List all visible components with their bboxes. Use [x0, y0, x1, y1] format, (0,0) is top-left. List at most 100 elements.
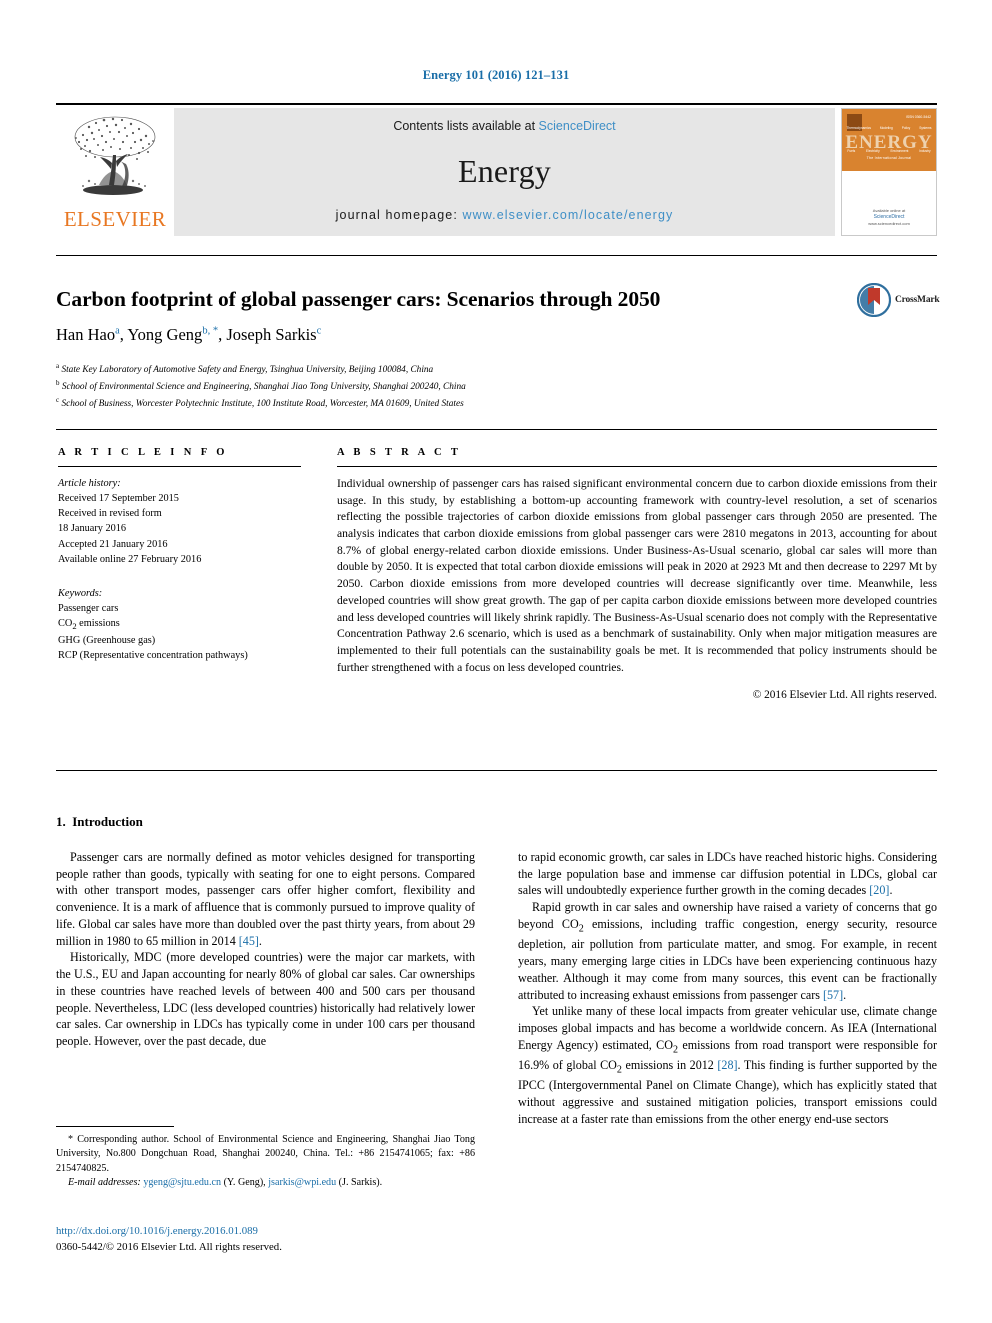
citation-ref[interactable]: [57]	[823, 988, 843, 1002]
elsevier-logo: ELSEVIER	[56, 108, 174, 236]
doi-block: http://dx.doi.org/10.1016/j.energy.2016.…	[56, 1223, 556, 1255]
abstract-text: Individual ownership of passenger cars h…	[337, 477, 937, 674]
email-line: E-mail addresses: ygeng@sjtu.edu.cn (Y. …	[56, 1176, 475, 1190]
author-affil-mark[interactable]: b, *	[202, 326, 218, 337]
affiliation-mark: a	[56, 362, 60, 370]
keywords-label: Keywords:	[58, 587, 103, 599]
cover-label: Fuels	[847, 149, 856, 153]
citation-ref[interactable]: [28]	[717, 1058, 737, 1072]
journal-title: Energy	[457, 152, 552, 189]
affiliation-mark: b	[56, 378, 60, 387]
doi-link[interactable]: http://dx.doi.org/10.1016/j.energy.2016.…	[56, 1223, 556, 1239]
history-item: Received in revised form	[58, 508, 162, 520]
journal-homepage-link[interactable]: www.elsevier.com/locate/energy	[462, 208, 673, 222]
author-name: Yong Geng	[127, 325, 203, 344]
cover-label: Environment	[890, 149, 909, 153]
body-column-left: Passenger cars are normally defined as m…	[56, 849, 475, 1050]
crossmark-label: CrossMark	[895, 295, 940, 305]
elsevier-wordmark: ELSEVIER	[63, 207, 167, 231]
body-column-right: to rapid economic growth, car sales in L…	[518, 849, 937, 1128]
corresponding-author-note: * Corresponding author. School of Enviro…	[56, 1134, 475, 1174]
section-title: Introduction	[72, 814, 143, 829]
email-owner-geng: (Y. Geng),	[223, 1176, 266, 1188]
author-list: Han Haoa, Yong Gengb, *, Joseph Sarkisc	[56, 324, 846, 345]
cover-footer: Available online at ScienceDirect www.sc…	[842, 208, 936, 228]
paragraph: to rapid economic growth, car sales in L…	[518, 850, 937, 898]
cover-label: Electricity	[866, 149, 880, 153]
cover-label: Modeling	[879, 126, 893, 130]
history-item: Available online 27 February 2016	[58, 553, 202, 565]
affiliation-list: a State Key Laboratory of Automotive Saf…	[56, 361, 856, 411]
journal-masthead: ELSEVIER Contents lists available at Sci…	[56, 103, 937, 236]
affiliation-item: b School of Environmental Science and En…	[56, 378, 856, 395]
crossmark-badge[interactable]: CrossMark	[857, 281, 943, 319]
author-name: Joseph Sarkis	[226, 325, 317, 344]
footnote-divider	[56, 1126, 174, 1127]
contents-available-line: Contents lists available at ScienceDirec…	[393, 119, 615, 133]
affiliation-text: School of Environmental Science and Engi…	[61, 381, 466, 392]
paragraph: Historically, MDC (more developed countr…	[56, 950, 475, 1049]
running-head: Energy 101 (2016) 121–131	[422, 68, 570, 82]
keyword-item: CO2 emissions	[58, 618, 120, 632]
keyword-item: RCP (Representative concentration pathwa…	[58, 649, 248, 661]
journal-band: Contents lists available at ScienceDirec…	[174, 108, 835, 236]
author-entry: Joseph Sarkisc	[226, 325, 321, 344]
cover-issue-label: ISSN 0360-5442	[905, 115, 931, 119]
affiliation-text: State Key Laboratory of Automotive Safet…	[61, 365, 434, 376]
paragraph: Rapid growth in car sales and ownership …	[518, 900, 937, 1002]
section-number: 1.	[56, 814, 66, 829]
crossmark-icon	[857, 283, 891, 317]
infoblock-top-rule	[56, 429, 937, 430]
homepage-prefix: journal homepage:	[335, 208, 463, 222]
article-info-column: A R T I C L E I N F O Article history: R…	[58, 447, 301, 663]
section-heading: 1. Introduction	[56, 814, 143, 830]
history-item: Accepted 21 January 2016	[58, 538, 168, 550]
cover-footer-brand: ScienceDirect	[873, 213, 905, 220]
history-item: Received 17 September 2015	[58, 493, 179, 505]
keyword-item: Passenger cars	[58, 602, 119, 614]
cover-label: Industry	[919, 149, 931, 153]
citation-ref[interactable]: [20]	[869, 883, 889, 897]
cover-section-labels-top: Thermodynamics Modeling Policy Systems	[842, 126, 936, 130]
cover-label: Systems	[919, 126, 932, 130]
article-history: Article history: Received 17 September 2…	[58, 476, 301, 567]
cover-section-labels-bottom: Fuels Electricity Environment Industry	[842, 149, 936, 153]
cover-footer-sub: www.sciencedirect.com	[868, 221, 910, 226]
contents-prefix: Contents lists available at	[393, 119, 539, 133]
abstract-copyright: © 2016 Elsevier Ltd. All rights reserved…	[752, 689, 937, 702]
page-title: Carbon footprint of global passenger car…	[56, 287, 661, 311]
abstract-heading: A B S T R A C T	[337, 447, 462, 458]
citation-ref[interactable]: [45]	[239, 934, 259, 948]
author-name: Han Hao	[56, 325, 116, 344]
affiliation-text: School of Business, Worcester Polytechni…	[61, 398, 464, 409]
issn-copyright-line: 0360-5442/© 2016 Elsevier Ltd. All right…	[56, 1241, 282, 1254]
email-link-sarkis[interactable]: jsarkis@wpi.edu	[268, 1177, 336, 1188]
email-label: E-mail addresses:	[68, 1176, 141, 1188]
article-info-rule	[58, 466, 301, 467]
abstract-rule	[337, 466, 937, 467]
journal-homepage-line: journal homepage: www.elsevier.com/locat…	[336, 208, 674, 222]
cover-label: Policy	[901, 126, 911, 130]
title-divider	[56, 255, 937, 256]
affiliation-item: c School of Business, Worcester Polytech…	[56, 395, 856, 412]
article-history-label: Article history:	[58, 478, 121, 489]
cover-tagline: The International Journal	[866, 156, 912, 160]
cover-label: Thermodynamics	[846, 126, 871, 130]
affiliation-item: a State Key Laboratory of Automotive Saf…	[56, 361, 856, 378]
email-link-geng[interactable]: ygeng@sjtu.edu.cn	[143, 1177, 221, 1188]
abstract-column: A B S T R A C T Individual ownership of …	[337, 447, 937, 701]
history-item: 18 January 2016	[58, 523, 127, 535]
keywords-group: Keywords: Passenger cars CO2 emissions G…	[58, 586, 301, 663]
sciencedirect-link[interactable]: ScienceDirect	[539, 119, 616, 133]
author-entry: Han Haoa	[56, 325, 120, 344]
author-entry: Yong Gengb, *	[127, 325, 218, 344]
elsevier-tree-icon	[74, 116, 156, 195]
cover-top-panel: ISSN 0360-5442 Thermodynamics Modeling P…	[842, 109, 936, 171]
journal-cover-thumbnail[interactable]: ISSN 0360-5442 Thermodynamics Modeling P…	[841, 108, 937, 236]
infoblock-bottom-rule	[56, 770, 937, 771]
paper-page: Energy 101 (2016) 121–131 ELSEVIER Conte…	[0, 0, 992, 1323]
article-info-heading: A R T I C L E I N F O	[58, 447, 228, 458]
email-owner-sarkis: (J. Sarkis).	[338, 1176, 383, 1188]
footnote-block: * Corresponding author. School of Enviro…	[56, 1133, 475, 1190]
author-affil-mark[interactable]: c	[317, 326, 322, 337]
